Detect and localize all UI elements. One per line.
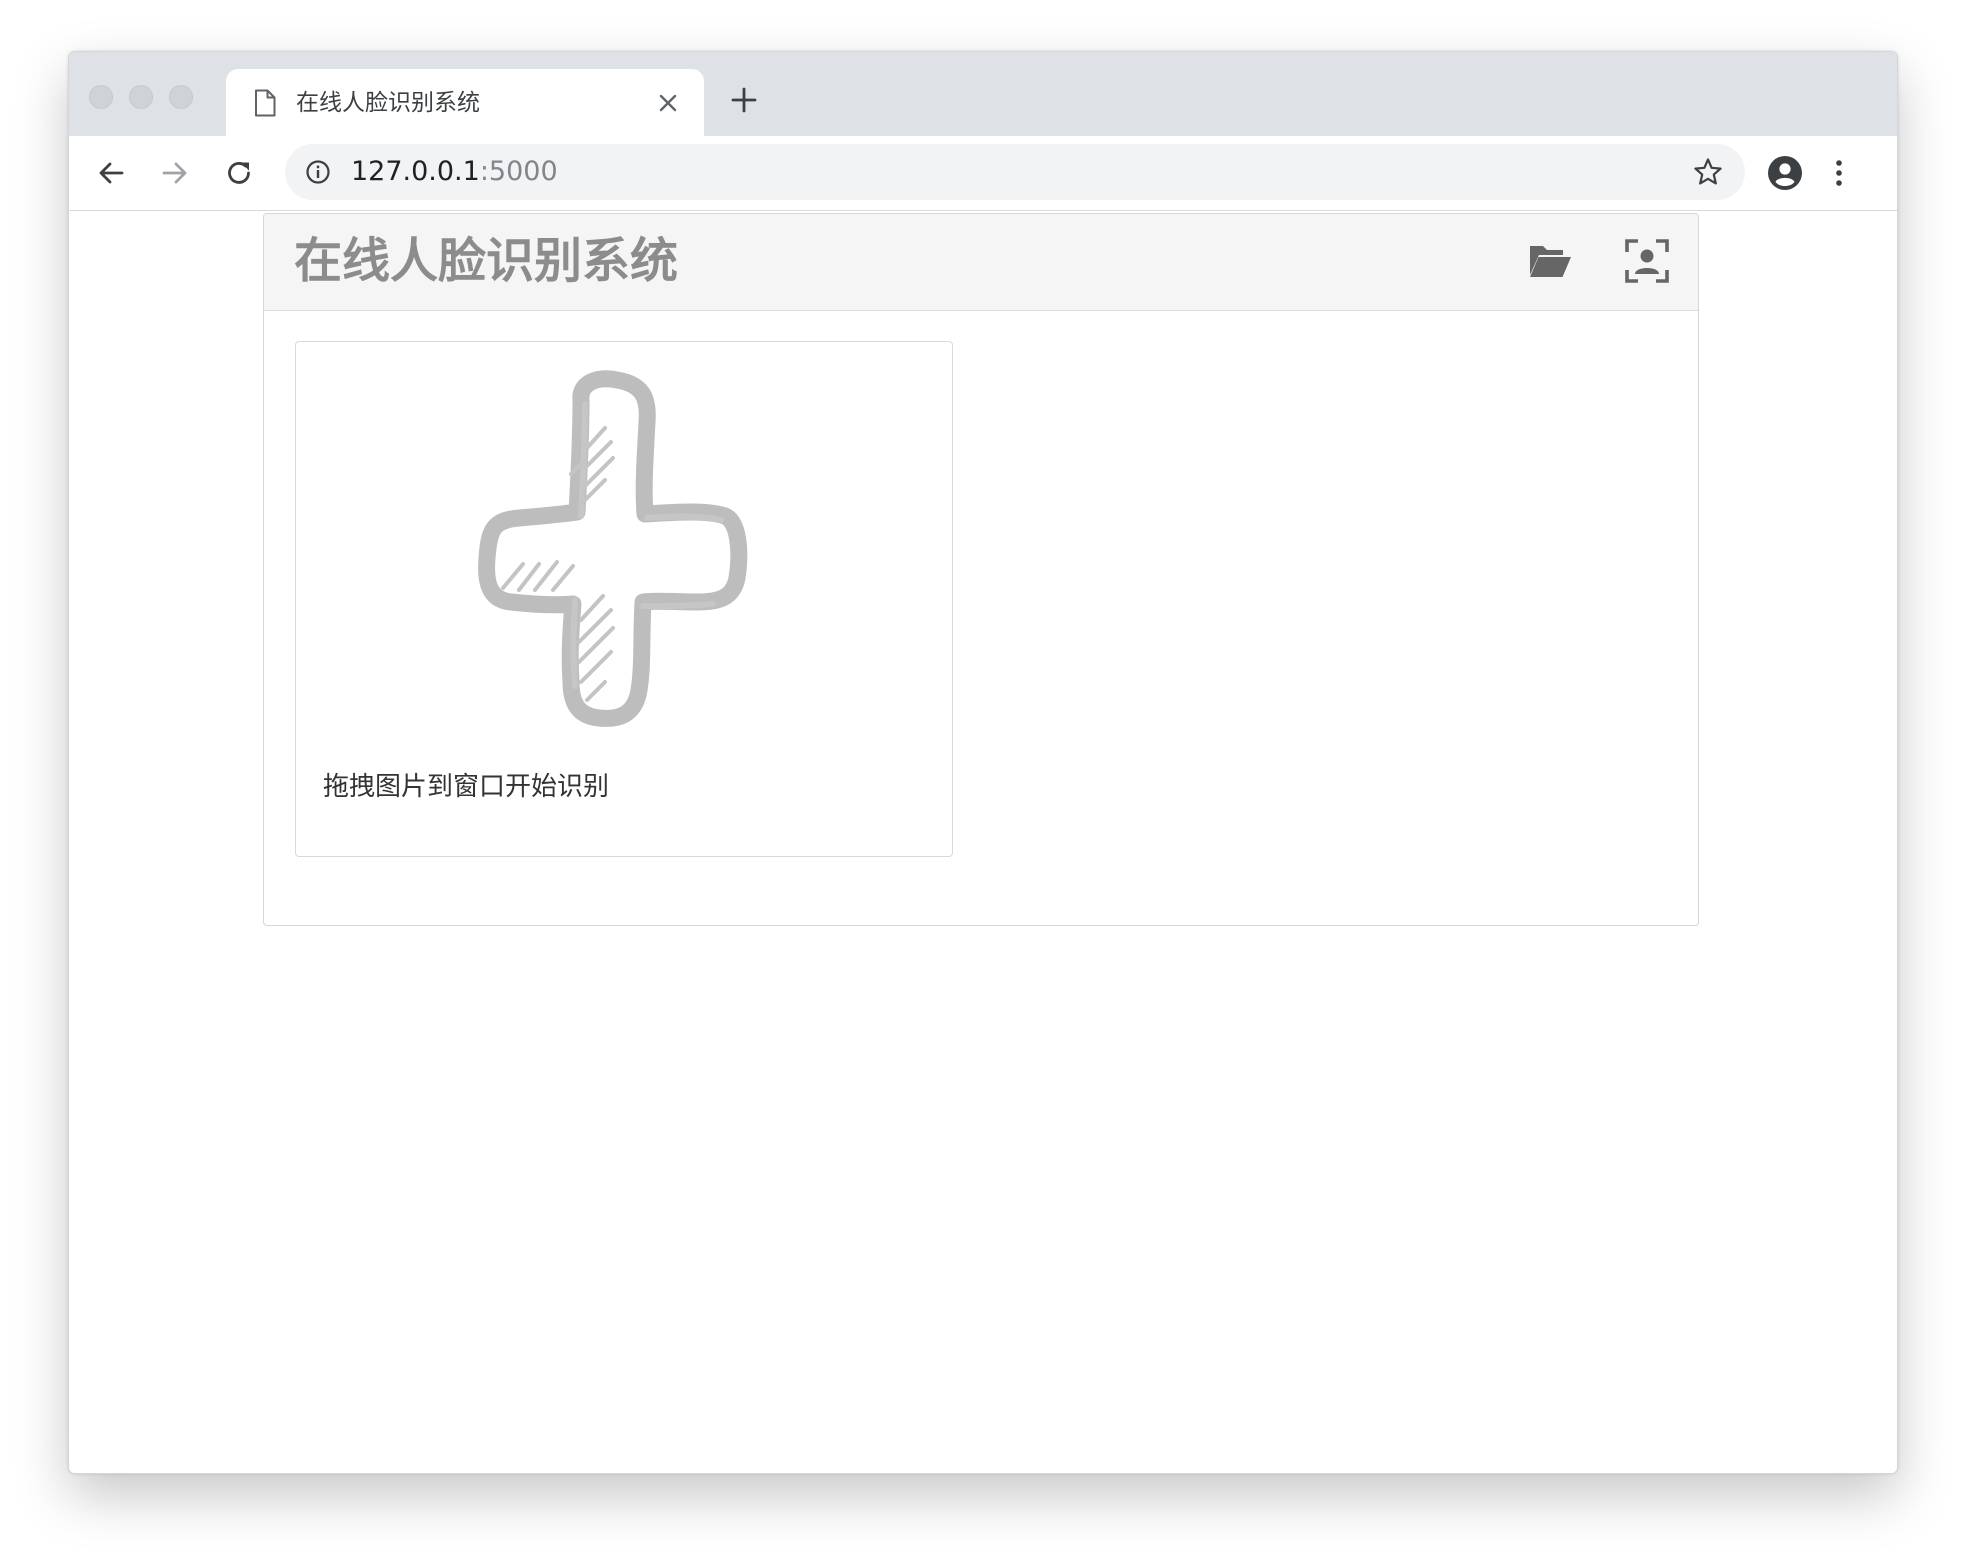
browser-window: 在线人脸识别系统 127.0.0.1:5000 在线人脸识别系统 拖拽图片到窗口… — [68, 51, 1898, 1474]
account-icon[interactable] — [1767, 155, 1803, 191]
plus-icon[interactable] — [729, 85, 759, 115]
document-icon — [255, 89, 276, 117]
browser-tab-active[interactable]: 在线人脸识别系统 — [226, 69, 704, 136]
url-host: 127.0.0.1 — [351, 156, 480, 187]
panel-header: 在线人脸识别系统 — [264, 214, 1698, 311]
window-minimize-dot[interactable] — [129, 85, 153, 109]
window-close-dot[interactable] — [89, 85, 113, 109]
reload-icon[interactable] — [222, 156, 256, 190]
url-text[interactable]: 127.0.0.1:5000 — [351, 156, 558, 188]
image-drop-zone[interactable]: 拖拽图片到窗口开始识别 — [295, 341, 953, 857]
info-icon[interactable] — [305, 159, 331, 185]
browser-toolbar: 127.0.0.1:5000 — [69, 136, 1897, 211]
face-scan-icon[interactable] — [1624, 238, 1670, 284]
screenshot-stage: 在线人脸识别系统 127.0.0.1:5000 在线人脸识别系统 拖拽图片到窗口… — [0, 0, 1964, 1556]
hand-drawn-plus-icon — [478, 370, 748, 727]
url-port: :5000 — [479, 156, 558, 187]
folder-open-icon[interactable] — [1527, 238, 1573, 284]
close-icon[interactable] — [656, 91, 680, 115]
address-bar[interactable]: 127.0.0.1:5000 — [285, 144, 1745, 200]
face-recognition-panel: 在线人脸识别系统 拖拽图片到窗口开始识别 — [263, 213, 1699, 926]
page-title: 在线人脸识别系统 — [294, 233, 679, 289]
tab-title: 在线人脸识别系统 — [296, 90, 480, 116]
arrow-left-icon[interactable] — [94, 156, 128, 190]
tab-strip: 在线人脸识别系统 — [69, 52, 1897, 136]
drop-hint-text: 拖拽图片到窗口开始识别 — [323, 772, 610, 802]
page-viewport: 在线人脸识别系统 拖拽图片到窗口开始识别 — [69, 211, 1897, 1473]
window-zoom-dot[interactable] — [169, 85, 193, 109]
star-icon[interactable] — [1692, 156, 1724, 188]
more-vert-icon[interactable] — [1829, 155, 1849, 191]
arrow-right-icon[interactable] — [158, 156, 192, 190]
